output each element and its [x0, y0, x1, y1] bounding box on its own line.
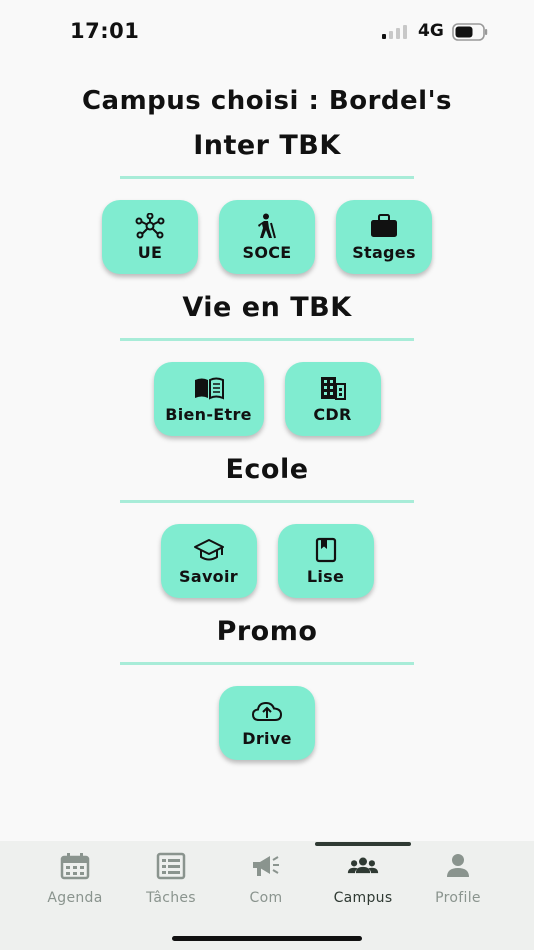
tab-com-label: Com: [249, 890, 283, 906]
megaphone-icon: [253, 856, 279, 876]
tab-taches-label: Tâches: [146, 890, 196, 906]
lise-button-label: Lise: [306, 566, 345, 586]
drive-button[interactable]: Drive: [219, 686, 315, 760]
button-row-ecole: Savoir Lise: [0, 524, 534, 598]
bookmark-book-icon: [315, 537, 336, 562]
tab-profile-label: Profile: [435, 890, 481, 906]
bien-etre-button-label: Bien-Etre: [165, 404, 252, 424]
section-title-vie-en-tbk: Vie en TBK: [182, 292, 352, 323]
stages-button-label: Stages: [352, 242, 416, 262]
stages-button[interactable]: Stages: [336, 200, 432, 274]
person-icon: [447, 854, 469, 877]
savoir-button-label: Savoir: [179, 566, 238, 586]
section-title-promo: Promo: [216, 616, 318, 647]
tab-com[interactable]: Com: [218, 852, 314, 906]
briefcase-icon: [371, 213, 397, 237]
button-row-inter-tbk: UE SOCE Stages: [0, 200, 534, 274]
button-row-promo: Drive: [0, 686, 534, 760]
section-divider: [120, 338, 414, 341]
drive-button-label: Drive: [242, 728, 292, 748]
ue-button-label: UE: [137, 242, 163, 262]
tab-campus[interactable]: Campus: [315, 852, 411, 906]
savoir-button[interactable]: Savoir: [160, 524, 257, 598]
status-time: 17:01: [70, 19, 140, 43]
tab-agenda-label: Agenda: [47, 890, 103, 906]
tab-profile[interactable]: Profile: [410, 852, 506, 906]
active-tab-indicator: [315, 842, 411, 846]
lise-button[interactable]: Lise: [277, 524, 374, 598]
calendar-icon: [60, 853, 90, 880]
tab-campus-label: Campus: [333, 890, 393, 906]
cloud-upload-icon: [251, 701, 283, 721]
tab-taches[interactable]: Tâches: [123, 852, 219, 906]
bien-etre-button[interactable]: Bien-Etre: [153, 362, 264, 436]
walking-person-icon: [258, 213, 276, 238]
campus-title: Campus choisi : Bordel's: [81, 86, 453, 116]
ue-button[interactable]: UE: [102, 200, 198, 274]
graduation-cap-icon: [193, 538, 224, 560]
button-row-vie-en-tbk: Bien-Etre CDR: [0, 362, 534, 436]
signal-icon: [382, 25, 407, 39]
status-bar: 17:01 4G: [0, 0, 534, 62]
cdr-button-label: CDR: [313, 404, 352, 424]
list-icon: [156, 852, 186, 880]
network-icon: [135, 212, 165, 238]
section-title-ecole: Ecole: [225, 454, 309, 485]
network-type: 4G: [418, 21, 444, 41]
open-book-icon: [194, 377, 224, 400]
building-icon: [320, 376, 346, 400]
section-divider: [120, 176, 414, 179]
soce-button-label: SOCE: [242, 242, 292, 262]
cdr-button[interactable]: CDR: [284, 362, 381, 436]
section-divider: [120, 500, 414, 503]
tab-agenda[interactable]: Agenda: [27, 852, 123, 906]
section-divider: [120, 662, 414, 665]
battery-icon: [452, 23, 488, 41]
home-indicator: [172, 936, 362, 941]
group-icon: [347, 857, 379, 874]
section-title-inter-tbk: Inter TBK: [193, 130, 341, 161]
soce-button[interactable]: SOCE: [219, 200, 315, 274]
